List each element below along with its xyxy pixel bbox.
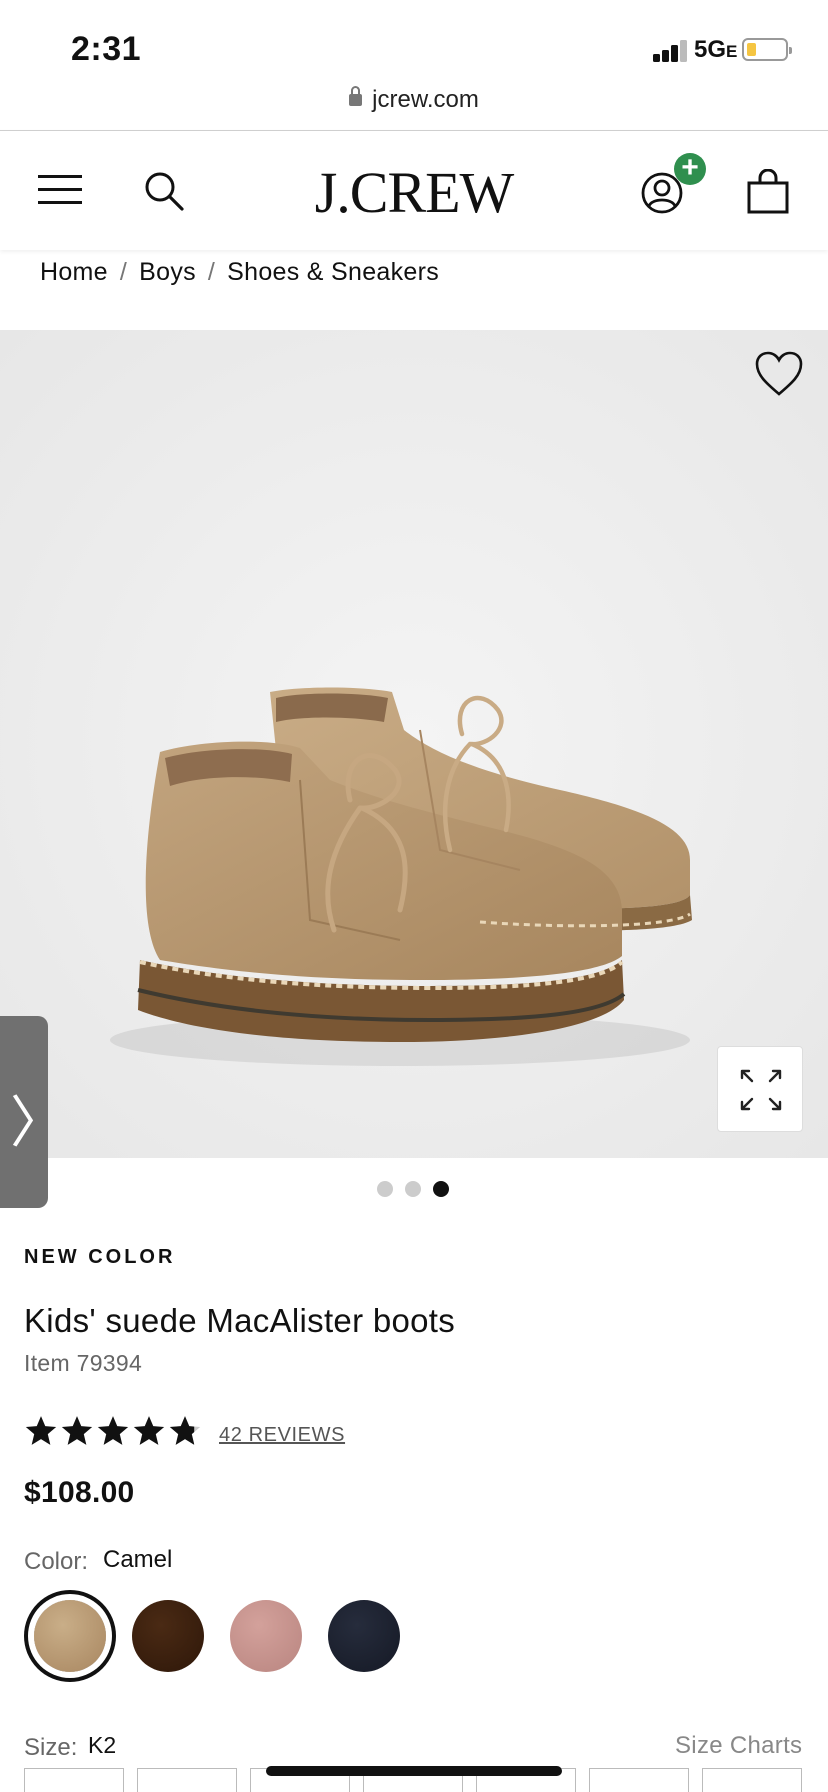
carousel-dot[interactable] — [377, 1181, 393, 1197]
size-value: K2 — [88, 1732, 117, 1758]
star-icon — [133, 1416, 165, 1445]
size-option[interactable] — [137, 1768, 237, 1792]
url-text: jcrew.com — [372, 86, 479, 113]
size-option[interactable] — [589, 1768, 689, 1792]
expand-icon — [740, 1069, 782, 1111]
star-icon — [25, 1416, 57, 1445]
item-number: Item 79394 — [24, 1350, 143, 1376]
new-color-badge: NEW COLOR — [24, 1246, 176, 1268]
size-charts-link[interactable]: Size Charts — [675, 1732, 802, 1760]
status-bar: 2:31 5GE — [0, 0, 828, 88]
breadcrumb-home[interactable]: Home — [40, 258, 108, 286]
site-header: J.CREW + — [0, 130, 828, 250]
breadcrumb-boys[interactable]: Boys — [139, 258, 196, 286]
battery-icon — [742, 38, 792, 61]
carousel-dot-active[interactable] — [433, 1181, 449, 1197]
jcrew-logo[interactable]: J.CREW — [300, 153, 528, 233]
size-option[interactable] — [702, 1768, 802, 1792]
swatch-camel[interactable] — [34, 1600, 106, 1672]
reviews-link[interactable]: 42 REVIEWS — [219, 1424, 345, 1447]
rating-stars[interactable] — [24, 1414, 202, 1454]
status-time: 2:31 — [71, 30, 142, 68]
product-price: $108.00 — [24, 1476, 135, 1509]
chevron-right-icon: 〉 — [10, 1091, 66, 1156]
star-icon — [97, 1416, 129, 1445]
lock-icon — [349, 86, 363, 106]
swatch-dusty-pink[interactable] — [230, 1600, 302, 1672]
star-icon — [61, 1416, 93, 1445]
heart-icon[interactable] — [754, 350, 804, 398]
product-title: Kids' suede MacAlister boots — [24, 1302, 456, 1339]
boots-illustration — [0, 330, 828, 1158]
swatch-dark-brown[interactable] — [132, 1600, 204, 1672]
breadcrumb-shoes-sneakers[interactable]: Shoes & Sneakers — [227, 258, 439, 286]
home-indicator[interactable] — [266, 1766, 562, 1776]
address-bar[interactable]: jcrew.com — [0, 86, 828, 114]
star-partial-icon — [169, 1416, 201, 1445]
shopping-bag-icon[interactable] — [746, 169, 790, 215]
account-badge: + — [674, 153, 706, 185]
size-option[interactable] — [24, 1768, 124, 1792]
product-image[interactable] — [0, 330, 828, 1158]
color-value: Camel — [103, 1546, 173, 1573]
breadcrumb: Home / Boys / Shoes & Sneakers — [40, 258, 440, 286]
network-indicator: 5GE — [694, 36, 738, 63]
expand-button[interactable] — [717, 1046, 803, 1132]
carousel-dot[interactable] — [405, 1181, 421, 1197]
signal-icon — [653, 38, 687, 62]
side-drawer-tab[interactable]: 〉 — [0, 1016, 66, 1208]
search-icon[interactable] — [142, 169, 186, 213]
hamburger-menu-icon[interactable] — [38, 175, 82, 205]
swatch-navy[interactable] — [328, 1600, 400, 1672]
color-label: Color: — [24, 1548, 89, 1575]
size-label: Size: — [24, 1734, 78, 1761]
carousel-dots — [377, 1181, 451, 1197]
